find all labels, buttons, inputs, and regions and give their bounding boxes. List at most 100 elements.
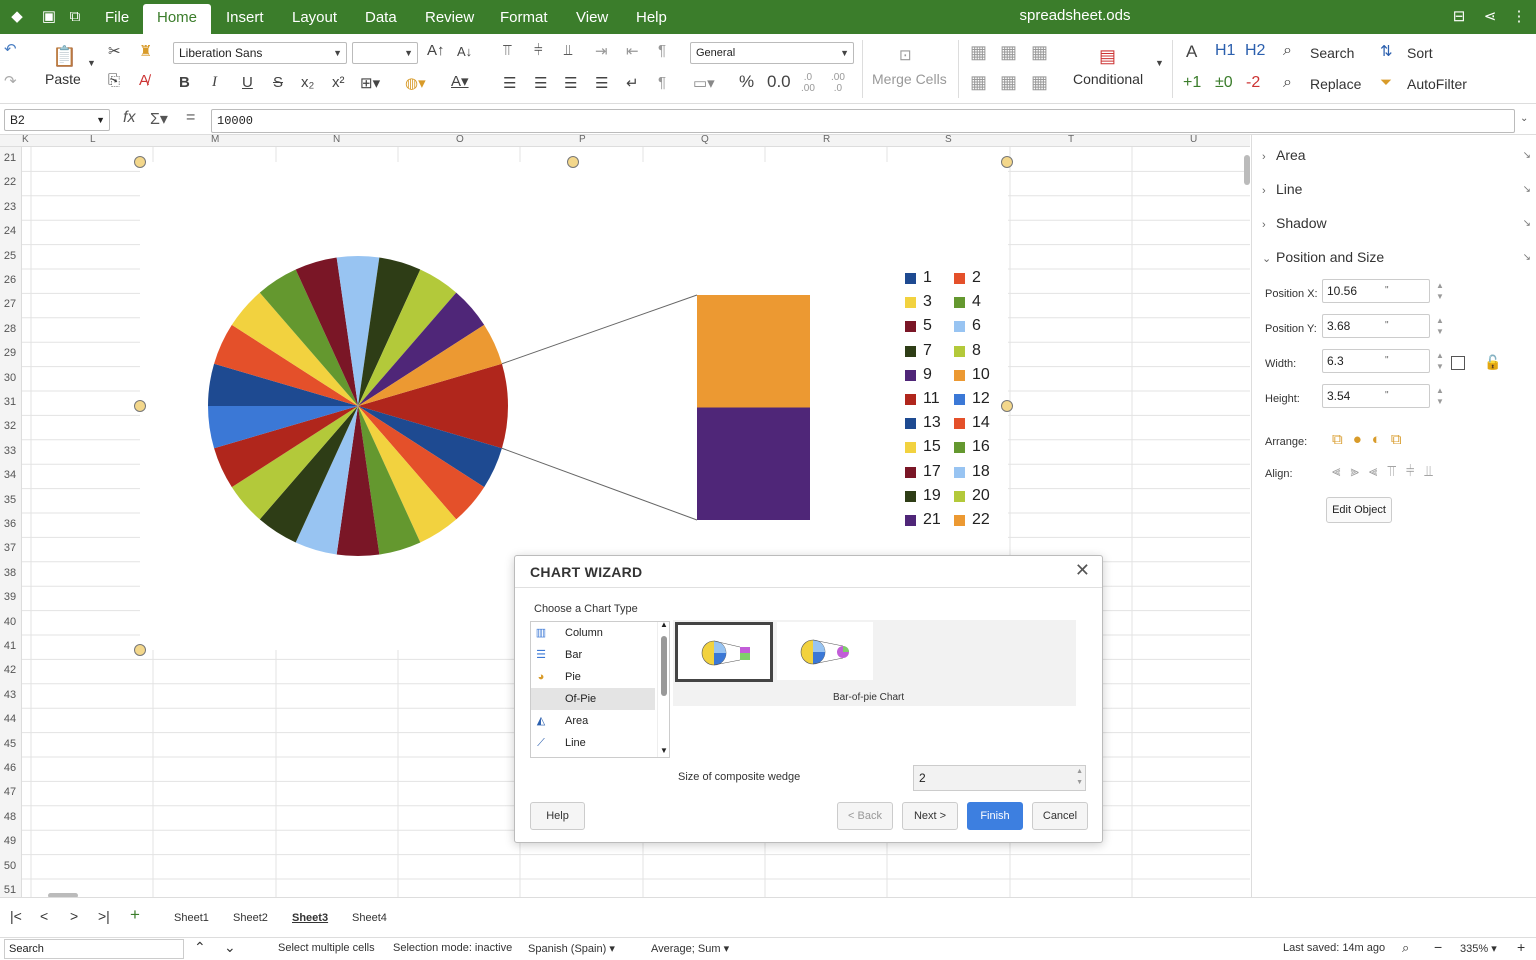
redo-icon[interactable]: ↷	[4, 72, 17, 90]
style-good-button[interactable]: +1	[1183, 74, 1201, 92]
row-header[interactable]: 51	[0, 884, 20, 896]
spin-arrows-icon[interactable]: ▲ ▼	[1433, 315, 1447, 337]
spin-arrows-icon[interactable]: ▲ ▼	[1433, 385, 1447, 407]
selection-handle[interactable]	[134, 156, 146, 168]
close-icon[interactable]: ✕	[1075, 560, 1090, 581]
menu-view[interactable]: View	[566, 4, 618, 34]
next-sheet-icon[interactable]: >	[70, 908, 78, 924]
merge-cells-label[interactable]: Merge Cells	[872, 71, 947, 87]
next-button[interactable]: Next >	[902, 802, 958, 830]
column-header[interactable]: S	[945, 135, 952, 145]
style-neutral-button[interactable]: ±0	[1215, 74, 1233, 92]
equals-icon[interactable]: =	[186, 109, 195, 127]
list-scrollbar[interactable]: ▲ ▼	[657, 622, 669, 757]
spin-arrows-icon[interactable]: ▲ ▼	[1076, 766, 1083, 788]
font-color-icon[interactable]: A▾	[451, 72, 469, 90]
indent-decrease-icon[interactable]: ⇤	[626, 42, 639, 60]
justify-icon[interactable]: ☰	[595, 74, 608, 92]
delete-column-icon[interactable]: ▦	[1000, 72, 1017, 93]
column-header[interactable]: M	[211, 135, 219, 145]
menu-data[interactable]: Data	[355, 4, 407, 34]
row-header[interactable]: 33	[0, 445, 20, 457]
sum-icon[interactable]: Σ▾	[150, 109, 168, 129]
align-bottom-icon[interactable]: ⫫	[564, 42, 572, 59]
prev-sheet-icon[interactable]: <	[40, 908, 48, 924]
decimal-button[interactable]: 0.0	[767, 72, 791, 92]
paragraph-icon[interactable]: ¶	[658, 42, 666, 59]
indent-increase-icon[interactable]: ⇥	[595, 42, 608, 60]
insert-cells-icon[interactable]: ▦	[1031, 42, 1048, 63]
align-right-icon[interactable]: ☰	[564, 74, 577, 92]
row-header[interactable]: 32	[0, 420, 20, 432]
language-status[interactable]: Spanish (Spain) ▾	[528, 942, 615, 955]
sheet-tab[interactable]: Sheet2	[233, 912, 268, 924]
row-header[interactable]: 29	[0, 347, 20, 359]
column-header[interactable]: N	[333, 135, 340, 145]
column-header[interactable]: K	[22, 135, 29, 145]
style-default-icon[interactable]: A	[1186, 42, 1197, 62]
more-options-icon[interactable]: ↘	[1523, 150, 1531, 161]
chart-type-area[interactable]: ◭ Area	[531, 710, 655, 732]
more-icon[interactable]: ⋮	[1508, 6, 1530, 28]
row-header[interactable]: 25	[0, 250, 20, 262]
row-header[interactable]: 30	[0, 372, 20, 384]
selection-mode-status[interactable]: Selection mode: inactive	[393, 942, 512, 954]
function-wizard-icon[interactable]: fx	[123, 109, 135, 127]
name-box[interactable]: B2 ▼	[4, 109, 110, 131]
more-options-icon[interactable]: ↘	[1523, 252, 1531, 263]
row-header[interactable]: 23	[0, 201, 20, 213]
subscript-icon[interactable]: x₂	[301, 74, 314, 91]
currency-icon[interactable]: ▭▾	[693, 74, 715, 92]
wrap-text-icon[interactable]: ↵	[626, 74, 639, 92]
row-header[interactable]: 21	[0, 152, 20, 164]
row-header[interactable]: 27	[0, 298, 20, 310]
chart-type-column[interactable]: ▥ Column	[531, 622, 655, 644]
row-header[interactable]: 36	[0, 518, 20, 530]
aggregate-status[interactable]: Average; Sum ▾	[651, 942, 729, 955]
heading1-button[interactable]: H1	[1215, 42, 1235, 60]
finish-button[interactable]: Finish	[967, 802, 1023, 830]
keep-ratio-checkbox[interactable]	[1451, 356, 1465, 370]
sheet-tab[interactable]: Sheet1	[174, 912, 209, 924]
row-header[interactable]: 49	[0, 835, 20, 847]
row-header[interactable]: 44	[0, 713, 20, 725]
scroll-up-icon[interactable]: ▲	[660, 622, 668, 629]
cut-icon[interactable]: ✂	[108, 42, 121, 60]
font-size-select[interactable]: ▼	[352, 42, 418, 64]
sort-label[interactable]: Sort	[1407, 45, 1433, 61]
fill-color-icon[interactable]: ◍▾	[405, 74, 426, 92]
more-options-icon[interactable]: ↘	[1523, 184, 1531, 195]
last-sheet-icon[interactable]: >|	[98, 908, 110, 924]
vertical-scrollbar[interactable]	[1244, 155, 1250, 185]
row-header[interactable]: 26	[0, 274, 20, 286]
strikethrough-button[interactable]: S	[273, 74, 283, 91]
sheet-tab-active[interactable]: Sheet3	[292, 912, 328, 924]
bar-of-pie-variant[interactable]	[777, 622, 873, 680]
column-header[interactable]: L	[90, 135, 96, 145]
add-decimal-icon[interactable]: .0.00	[801, 72, 815, 94]
column-header[interactable]: T	[1068, 135, 1074, 145]
style-bad-button[interactable]: -2	[1246, 74, 1260, 92]
search-icon[interactable]: ⌕	[1283, 42, 1292, 60]
row-header[interactable]: 22	[0, 176, 20, 188]
zoom-in-icon[interactable]: +	[1517, 939, 1525, 955]
menu-layout[interactable]: Layout	[282, 4, 347, 34]
width-input[interactable]: 6.3 " ▲ ▼	[1322, 349, 1444, 373]
copy-icon[interactable]: ⎘	[108, 72, 120, 89]
underline-button[interactable]: U	[242, 74, 253, 91]
format-painter-icon[interactable]: ♜	[139, 42, 152, 60]
row-header[interactable]: 40	[0, 616, 20, 628]
composite-wedge-input[interactable]: 2 ▲ ▼	[913, 765, 1086, 791]
selection-handle[interactable]	[1001, 400, 1013, 412]
rtl-icon[interactable]: ¶	[658, 74, 666, 91]
align-top-icon[interactable]: ⫪	[503, 42, 511, 59]
more-options-icon[interactable]: ↘	[1523, 218, 1531, 229]
chart-type-line[interactable]: ⟋ Line	[531, 732, 655, 754]
selection-handle[interactable]	[134, 644, 146, 656]
menu-insert[interactable]: Insert	[216, 4, 274, 34]
column-header[interactable]: P	[579, 135, 586, 145]
conditional-label[interactable]: Conditional	[1073, 71, 1143, 87]
scroll-down-icon[interactable]: ▼	[660, 746, 668, 755]
pie-of-pie-variant[interactable]	[675, 622, 773, 682]
zoom-fit-icon[interactable]: ⌕	[1402, 940, 1409, 956]
